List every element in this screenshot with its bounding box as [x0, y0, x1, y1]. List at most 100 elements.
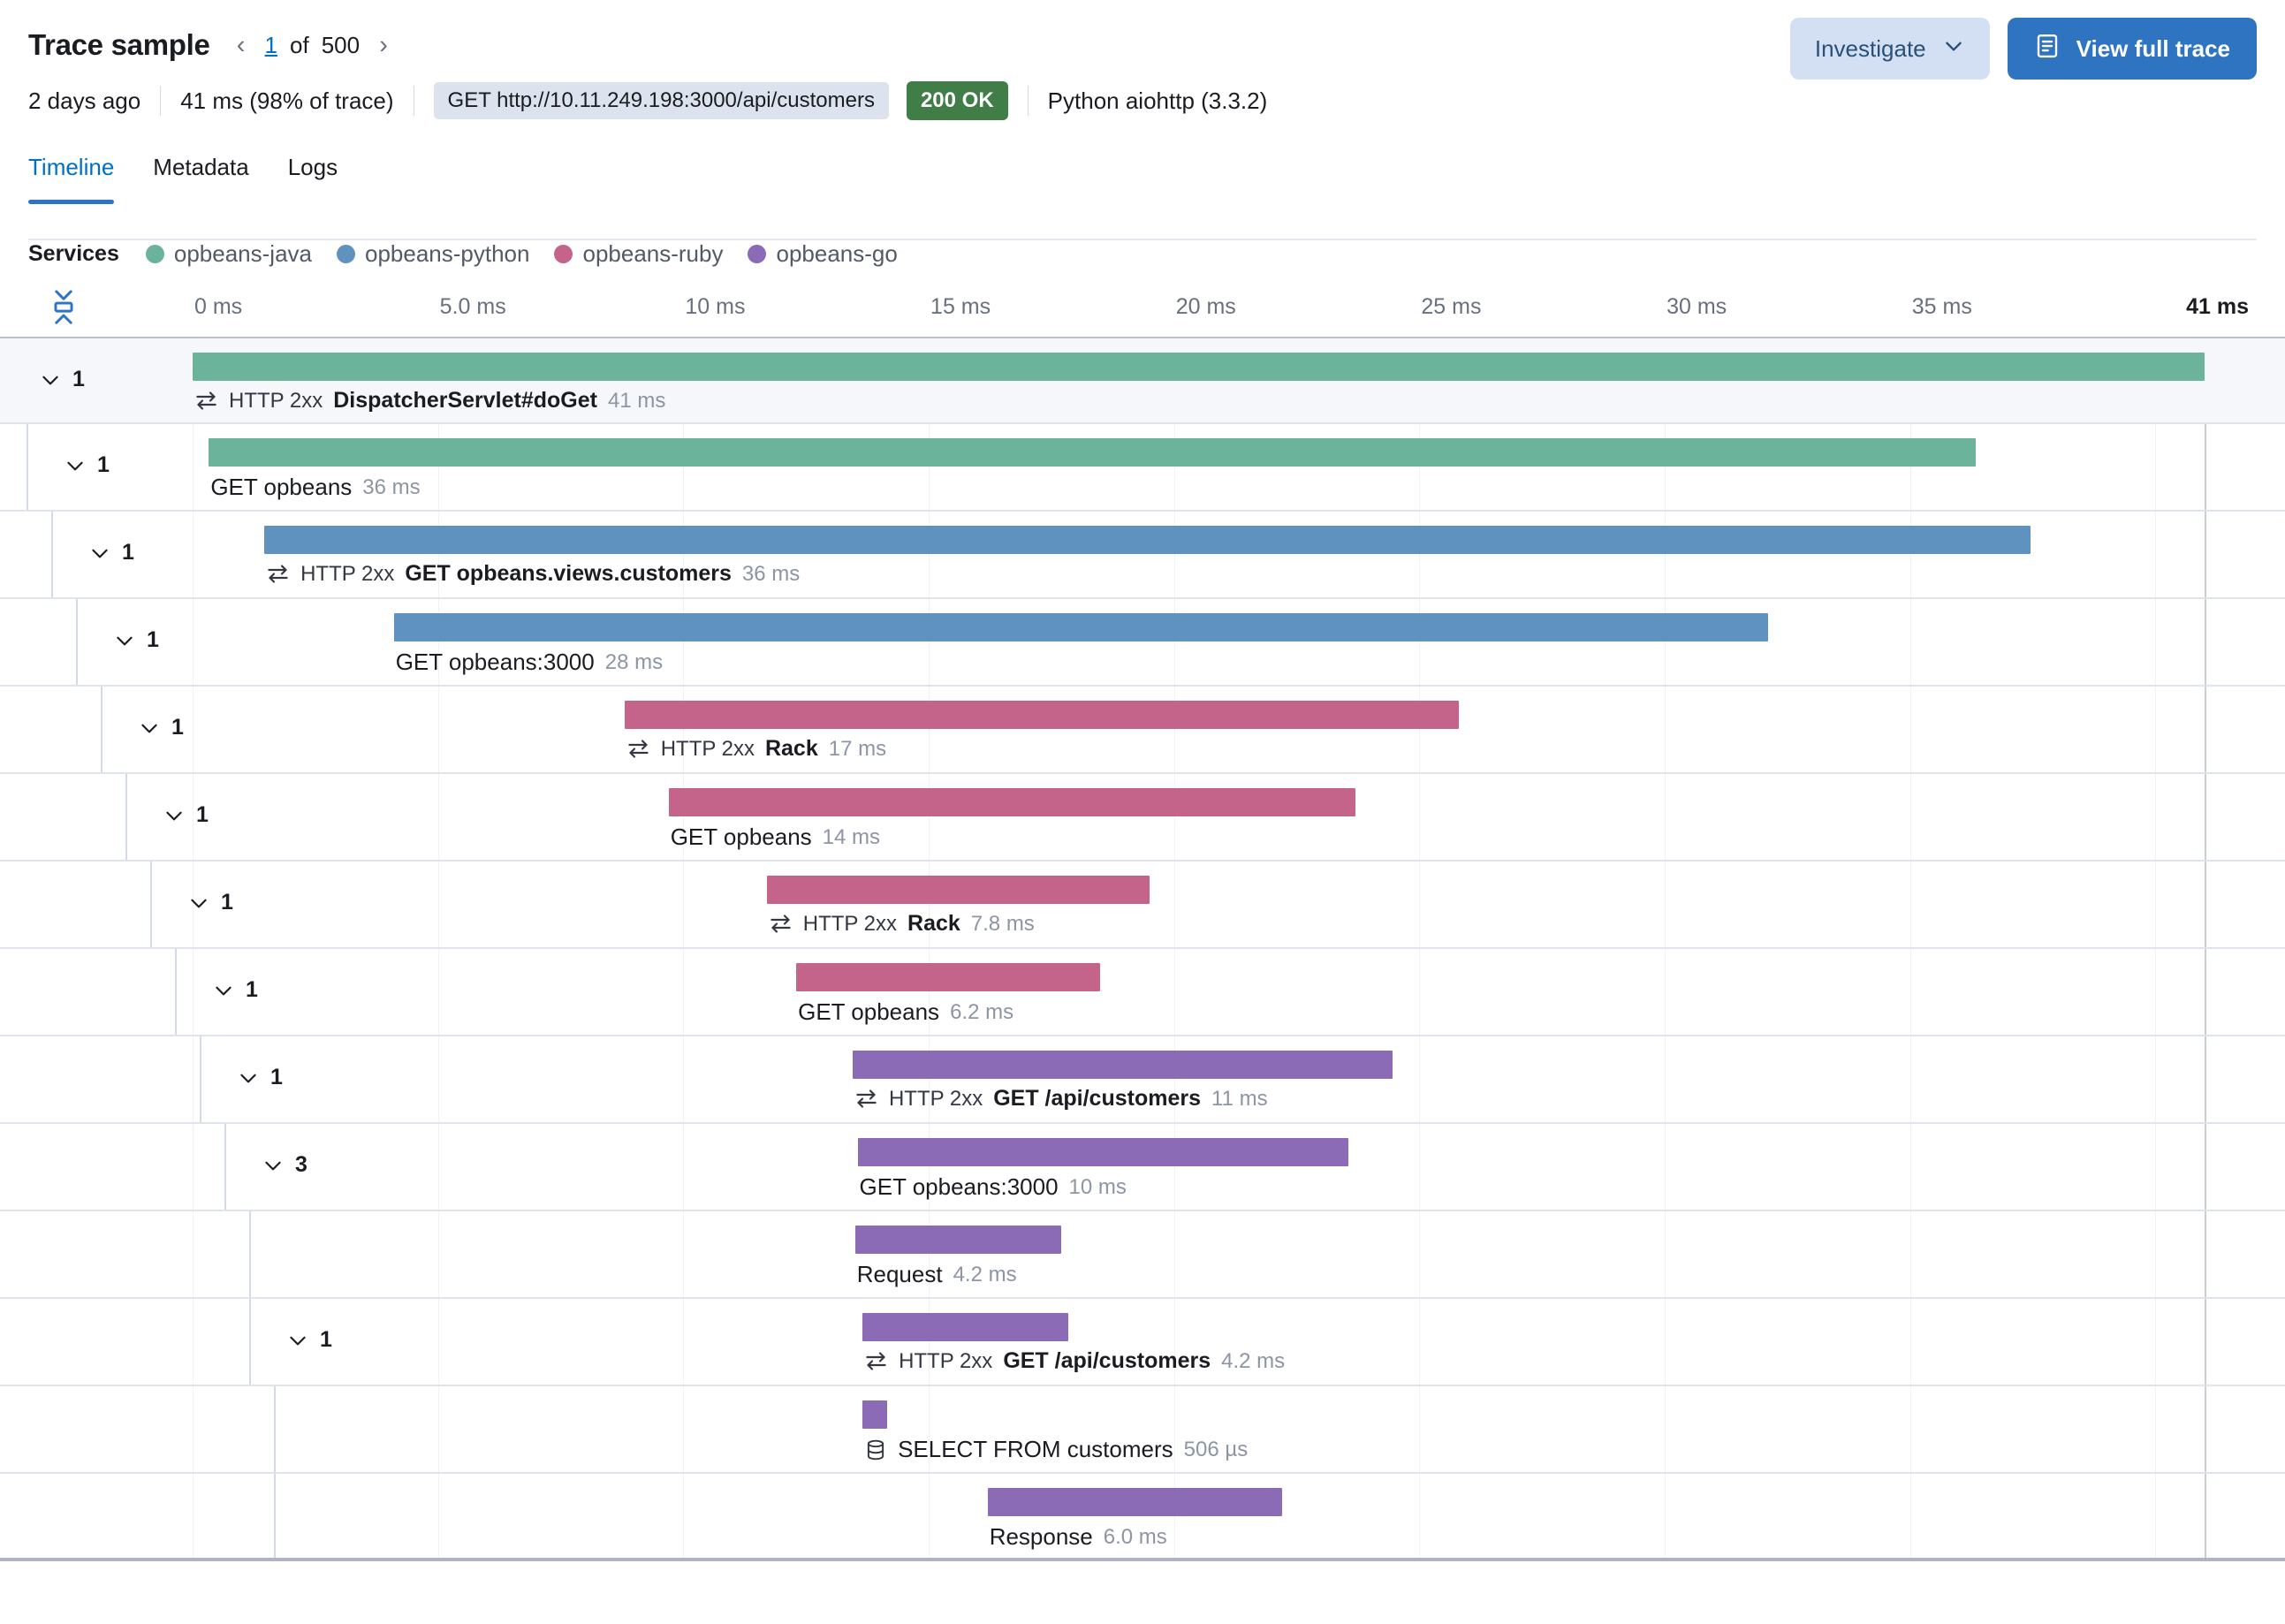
waterfall-row[interactable]: 1 HTTP 2xx GET /api/customers 11 ms — [0, 1036, 2285, 1124]
waterfall-row[interactable]: 1 HTTP 2xx Rack 7.8 ms — [0, 861, 2285, 949]
axis-tick: 15 ms — [930, 294, 991, 319]
chevron-down-icon — [237, 1066, 260, 1089]
indent-guide — [200, 1036, 201, 1122]
tab-bar: Timeline Metadata Logs — [28, 154, 2285, 204]
expand-toggle[interactable]: 1 — [138, 715, 184, 740]
indent-guide — [76, 599, 78, 685]
waterfall-row[interactable]: 1 HTTP 2xx GET opbeans.views.customers 36 m… — [0, 512, 2285, 599]
span-bar[interactable] — [393, 613, 1768, 641]
exchange-arrows-icon — [266, 562, 290, 586]
waterfall-row[interactable]: 1 GET opbeans 14 ms — [0, 774, 2285, 861]
expand-toggle[interactable]: 3 — [262, 1152, 307, 1178]
span-bar[interactable] — [852, 1051, 1393, 1079]
view-full-trace-button[interactable]: View full trace — [2007, 18, 2257, 80]
indent-guide — [51, 512, 53, 597]
child-count: 1 — [196, 802, 209, 827]
span-label-group: HTTP 2xx DispatcherServlet#doGet 41 ms — [194, 388, 665, 414]
tab-logs[interactable]: Logs — [269, 154, 357, 204]
waterfall-row[interactable]: 1 HTTP 2xx GET /api/customers 4.2 ms — [0, 1299, 2285, 1386]
span-bar[interactable] — [796, 963, 1101, 991]
view-full-trace-label: View full trace — [2076, 34, 2230, 62]
expand-toggle[interactable]: 1 — [64, 452, 110, 478]
span-bar[interactable] — [668, 788, 1356, 816]
span-bar[interactable] — [862, 1400, 887, 1429]
chevron-down-icon — [286, 1329, 309, 1352]
waterfall-row[interactable]: Response 6.0 ms — [0, 1474, 2285, 1561]
span-bar[interactable] — [264, 526, 2031, 554]
expand-toggle[interactable]: 1 — [39, 367, 85, 392]
trace-pager: ‹ 1 of 500 › — [230, 30, 396, 60]
legend-item-opbeans-ruby[interactable]: opbeans-ruby — [554, 240, 723, 268]
expand-toggle[interactable]: 1 — [163, 802, 209, 828]
child-count: 1 — [122, 540, 134, 565]
expand-toggle[interactable]: 1 — [88, 540, 134, 565]
waterfall-row[interactable]: 1 GET opbeans 6.2 ms — [0, 949, 2285, 1036]
legend-item-opbeans-python[interactable]: opbeans-python — [337, 240, 529, 268]
waterfall-row[interactable]: 1 HTTP 2xx Rack 17 ms — [0, 687, 2285, 774]
span-name: GET opbeans — [670, 823, 812, 850]
tab-label: Metadata — [153, 154, 249, 180]
span-duration: 36 ms — [362, 474, 421, 499]
exchange-arrows-icon — [769, 912, 793, 936]
span-bar[interactable] — [766, 876, 1150, 904]
waterfall-row[interactable]: 1 GET opbeans 36 ms — [0, 424, 2285, 512]
tab-metadata[interactable]: Metadata — [133, 154, 268, 204]
legend-color-dot — [748, 244, 767, 263]
expand-toggle[interactable]: 1 — [286, 1327, 332, 1353]
span-bar[interactable] — [193, 353, 2205, 381]
child-count: 1 — [147, 627, 159, 652]
document-icon — [2034, 33, 2061, 65]
waterfall-row[interactable]: Request 4.2 ms — [0, 1211, 2285, 1299]
legend-color-dot — [554, 244, 573, 263]
waterfall-row[interactable]: 1 GET opbeans:3000 28 ms — [0, 599, 2285, 687]
legend-label: opbeans-ruby — [582, 239, 724, 267]
span-bar[interactable] — [854, 1226, 1061, 1254]
waterfall-row[interactable]: 3 GET opbeans:3000 10 ms — [0, 1124, 2285, 1211]
indent-guide — [274, 1386, 276, 1472]
span-label-group: Response 6.0 ms — [990, 1523, 1167, 1551]
span-bar[interactable] — [987, 1488, 1282, 1516]
child-count: 1 — [97, 452, 110, 477]
expand-toggle[interactable]: 1 — [237, 1065, 283, 1090]
next-trace-button[interactable]: › — [372, 30, 395, 60]
span-bar[interactable] — [862, 1313, 1069, 1341]
legend-item-opbeans-java[interactable]: opbeans-java — [145, 239, 312, 268]
indent-guide — [175, 949, 177, 1035]
legend-label: opbeans-python — [365, 239, 530, 267]
span-label-group: Request 4.2 ms — [857, 1261, 1017, 1288]
expand-toggle[interactable]: 1 — [113, 627, 159, 653]
divider — [160, 86, 162, 116]
span-duration: 14 ms — [822, 824, 881, 849]
legend-label: opbeans-java — [173, 239, 312, 267]
previous-trace-button[interactable]: ‹ — [230, 30, 253, 60]
current-page-link[interactable]: 1 — [265, 32, 277, 59]
chevron-down-icon — [88, 542, 111, 565]
legend-item-opbeans-go[interactable]: opbeans-go — [748, 239, 898, 268]
span-label-group: HTTP 2xx GET opbeans.views.customers 36 ms — [266, 561, 800, 587]
trace-meta-row: 2 days ago 41 ms (98% of trace) GET http… — [28, 76, 2257, 125]
waterfall-row[interactable]: SELECT FROM customers 506 µs — [0, 1386, 2285, 1474]
legend-color-dot — [145, 244, 164, 263]
span-label-group: GET opbeans:3000 28 ms — [396, 649, 663, 676]
span-duration: 17 ms — [828, 736, 887, 761]
span-bar[interactable] — [209, 438, 1976, 467]
span-http-status: HTTP 2xx — [229, 388, 323, 413]
expand-toggle[interactable]: 1 — [212, 977, 258, 1003]
span-name: GET opbeans — [210, 474, 353, 500]
span-http-status: HTTP 2xx — [802, 911, 898, 936]
trace-duration: 41 ms (98% of trace) — [180, 87, 394, 114]
chevron-down-icon — [64, 454, 87, 477]
exchange-arrows-icon — [194, 389, 218, 413]
collapse-all-icon[interactable] — [46, 287, 81, 328]
chevron-down-icon — [39, 368, 62, 391]
indent-guide — [150, 861, 152, 947]
chevron-down-icon — [163, 804, 186, 827]
investigate-button[interactable]: Investigate — [1789, 18, 1990, 80]
span-bar[interactable] — [624, 701, 1459, 729]
status-badge: 200 OK — [906, 81, 1008, 120]
tab-timeline[interactable]: Timeline — [28, 154, 133, 204]
expand-toggle[interactable]: 1 — [187, 890, 233, 915]
waterfall-row[interactable]: 1 HTTP 2xx DispatcherServlet#doGet 41 ms — [0, 337, 2285, 424]
span-bar[interactable] — [857, 1138, 1348, 1166]
legend-label: opbeans-go — [776, 239, 898, 267]
